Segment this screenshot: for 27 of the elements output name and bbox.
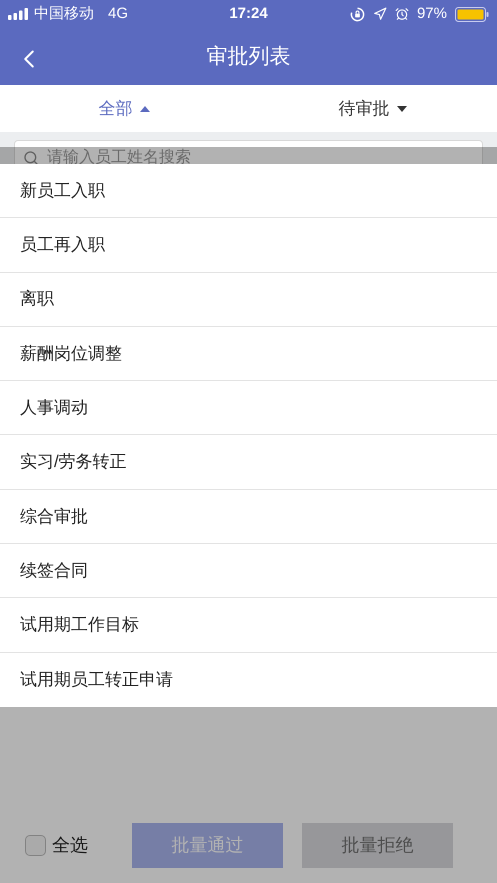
- battery-percent: 97%: [416, 4, 447, 24]
- location-icon: [372, 7, 387, 21]
- alarm-icon: [394, 7, 409, 21]
- page-title: 审批列表: [206, 44, 290, 70]
- menu-item[interactable]: 薪酬岗位调整: [0, 326, 497, 382]
- menu-item[interactable]: 试用期员工转正申请: [0, 652, 497, 707]
- clock-time: 17:24: [229, 4, 268, 24]
- menu-item[interactable]: 实习/劳务转正: [0, 435, 497, 490]
- menu-item[interactable]: 试用期工作目标: [0, 598, 497, 653]
- rotation-lock-icon: [350, 6, 365, 22]
- battery-icon: [455, 6, 489, 22]
- search-icon: [23, 150, 39, 166]
- carrier-name: 中国移动: [34, 4, 94, 24]
- caret-down-icon: [397, 106, 408, 112]
- caret-up-icon: [140, 106, 150, 112]
- menu-item[interactable]: 员工再入职: [0, 218, 497, 273]
- select-all-checkbox[interactable]: [25, 835, 46, 856]
- menu-item[interactable]: 人事调动: [0, 381, 497, 436]
- menu-item[interactable]: 综合审批: [0, 490, 497, 544]
- menu-item[interactable]: 离职: [0, 272, 497, 327]
- menu-item[interactable]: 新员工入职: [0, 164, 497, 218]
- filter-tab[interactable]: 待审批: [248, 85, 497, 132]
- select-all-label: 全选: [52, 834, 88, 857]
- filter-tab[interactable]: 全部: [0, 85, 248, 132]
- network-type: 4G: [108, 4, 128, 24]
- menu-item[interactable]: 续签合同: [0, 544, 497, 598]
- signal-icon: [8, 8, 30, 20]
